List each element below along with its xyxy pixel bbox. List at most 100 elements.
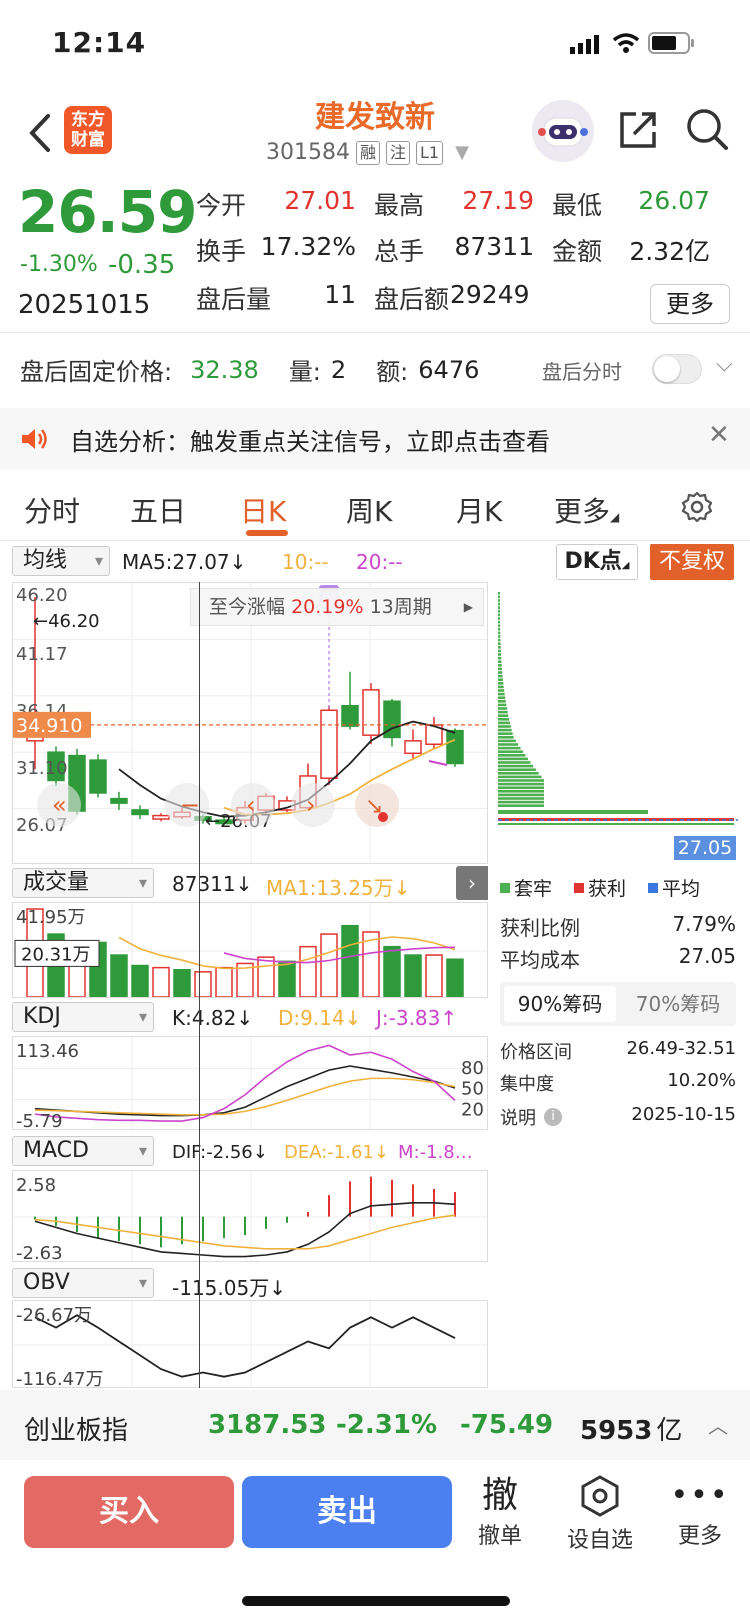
- high-value: 27.19: [462, 186, 534, 215]
- tag-margin: 融: [355, 140, 380, 165]
- tab-chip-70[interactable]: 70%筹码: [622, 986, 734, 1022]
- chip-bar: [498, 656, 502, 660]
- ah-volume-value: 11: [324, 280, 356, 309]
- chip-bar: [498, 736, 514, 739]
- ah-toggle[interactable]: [652, 354, 702, 384]
- price-tick: 31.10: [16, 758, 68, 779]
- candle-body: [320, 709, 338, 779]
- kdj-chart[interactable]: 113.46 -5.79 805020: [12, 1036, 488, 1130]
- chevron-up-icon[interactable]: ︿: [708, 1410, 728, 1439]
- tab-five-day[interactable]: 五日: [130, 490, 186, 530]
- candle-body: [131, 809, 149, 816]
- chip-bar: [498, 700, 506, 703]
- ma20-readout: 20:--: [356, 550, 403, 574]
- sell-button[interactable]: 卖出: [242, 1476, 452, 1548]
- nav-button-glyph: ›: [306, 791, 316, 819]
- kdj-select[interactable]: KDJ: [12, 1002, 154, 1032]
- index-amount: 5953 亿: [580, 1416, 683, 1446]
- kdj-level: 80: [461, 1058, 484, 1079]
- obv-chart[interactable]: -26.67万 -116.47万: [12, 1300, 488, 1388]
- chip-bar: [498, 617, 501, 620]
- turnover-label: 换手: [196, 237, 247, 266]
- tab-daily-k[interactable]: 日K: [240, 490, 286, 530]
- expand-chevron-icon[interactable]: ›: [456, 866, 488, 900]
- chip-bar: [498, 653, 502, 656]
- chevron-down-icon[interactable]: ⌵: [716, 352, 733, 377]
- macd-chart[interactable]: 2.58 -2.63: [12, 1170, 488, 1262]
- ah-amount-label: 盘后额: [374, 285, 450, 314]
- chip-price-label: 27.05: [674, 836, 736, 860]
- candle-body: [110, 797, 128, 804]
- macd-select[interactable]: MACD: [12, 1136, 154, 1166]
- cancel-order-button[interactable]: 撤 撤单: [465, 1474, 535, 1550]
- share-icon[interactable]: [616, 108, 660, 152]
- kdj-d-readout: D:9.14↓: [278, 1006, 362, 1030]
- tab-weekly-k[interactable]: 周K: [346, 490, 392, 530]
- chip-bar: [498, 646, 501, 649]
- more-quote-button[interactable]: 更多: [650, 284, 730, 324]
- price-tick: 46.20: [16, 585, 68, 606]
- volume-bar: [341, 924, 359, 997]
- chip-bar: [498, 610, 501, 613]
- buy-button[interactable]: 买入: [24, 1476, 234, 1548]
- high-label: 最高: [374, 191, 425, 220]
- robot-assistant-icon[interactable]: [532, 100, 594, 162]
- high-marker: ←46.20: [33, 611, 100, 632]
- price-range-label: 价格区间: [500, 1042, 572, 1063]
- adjust-price-button[interactable]: 不复权: [650, 544, 734, 580]
- info-icon[interactable]: i: [544, 1108, 562, 1126]
- tab-more[interactable]: 更多◢: [554, 490, 619, 530]
- chip-bar: [498, 804, 544, 807]
- period-gain-box[interactable]: 至今涨幅 20.19% 13周期 ▶: [190, 588, 484, 626]
- low-label: 最低: [552, 191, 603, 220]
- volume-select[interactable]: 成交量: [12, 868, 154, 898]
- dk-point-button[interactable]: DK点◢: [556, 544, 638, 580]
- chip-bar: [498, 642, 501, 645]
- turnover-value: 17.32%: [260, 232, 356, 261]
- candle-body: [152, 814, 170, 820]
- profit-ratio-value: 7.79%: [672, 912, 736, 936]
- index-name: 创业板指: [24, 1416, 129, 1446]
- chip-bar: [498, 793, 544, 797]
- chip-bar: [498, 790, 544, 793]
- chip-bar: [498, 714, 509, 717]
- chevron-down-icon[interactable]: ▼: [455, 142, 469, 163]
- tab-monthly-k[interactable]: 月K: [456, 490, 502, 530]
- volume-bar: [152, 966, 170, 997]
- change-percent: -1.30%: [20, 252, 98, 277]
- obv-select[interactable]: OBV: [12, 1268, 154, 1298]
- add-watchlist-button[interactable]: 设自选: [561, 1474, 639, 1554]
- chip-bar: [498, 685, 504, 689]
- tab-active-indicator: [246, 530, 288, 536]
- chip-bar: [498, 764, 534, 768]
- ah-volume-label: 盘后量: [196, 285, 272, 314]
- ma-select[interactable]: 均线: [12, 546, 110, 576]
- more-actions-button[interactable]: ••• 更多: [665, 1474, 735, 1550]
- chip-bar: [498, 707, 507, 710]
- chip-bar: [498, 754, 526, 757]
- chip-bar: [498, 725, 511, 728]
- amount-value: 2.32亿: [629, 237, 710, 266]
- kdj-k-line: [34, 1065, 456, 1117]
- chip-bar: [498, 682, 504, 685]
- volume-chart[interactable]: 41.95万 20.31万: [12, 902, 488, 998]
- back-icon[interactable]: [22, 110, 58, 156]
- chip-bar: [498, 823, 734, 825]
- chip-bar: [498, 703, 507, 707]
- kdj-j-readout: J:-3.83↑: [376, 1006, 458, 1030]
- tab-intraday[interactable]: 分时: [24, 490, 80, 530]
- gear-icon[interactable]: [680, 490, 714, 524]
- chip-bar: [498, 674, 503, 678]
- note-row[interactable]: 说明 i: [500, 1104, 562, 1130]
- chip-bar: [498, 649, 501, 653]
- volume-bar: [404, 954, 422, 997]
- chip-bar: [498, 606, 500, 609]
- volume-crosshair-label: 20.31万: [21, 944, 91, 965]
- tag-level: L1: [416, 140, 444, 165]
- chip-bar: [498, 728, 512, 732]
- search-icon[interactable]: [684, 106, 730, 152]
- tab-chip-90[interactable]: 90%筹码: [504, 986, 616, 1022]
- ah-fixed-label: 盘后固定价格:: [20, 358, 173, 386]
- close-icon[interactable]: ✕: [708, 420, 730, 450]
- stock-code-row: 301584 融 注 L1 ▼: [266, 140, 469, 165]
